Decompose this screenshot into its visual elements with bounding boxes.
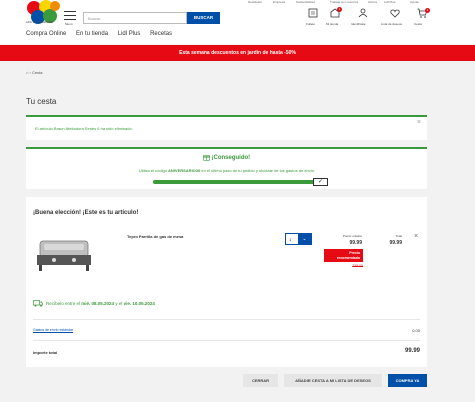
- top-link-empresa[interactable]: Empresa: [273, 0, 285, 4]
- close-icon[interactable]: ×: [417, 119, 421, 126]
- user-label: Identificate: [351, 22, 366, 26]
- promo-banner[interactable]: Esta semana descuentos en jardín de hast…: [0, 45, 475, 61]
- success-text-before: Utiliza el código: [138, 168, 169, 173]
- shipping-progress-bar: [153, 180, 328, 184]
- removal-notice: El artículo Braun Afeitadora Series 6 ha…: [26, 115, 427, 140]
- quantity-select[interactable]: 1 ⌄: [285, 233, 312, 245]
- recommended-price-badge: Precio recomendado: [324, 249, 363, 262]
- notice-text: El artículo Braun Afeitadora Series 6 ha…: [35, 126, 133, 131]
- success-text: Utiliza el código ANIVERSARIO30 en el úl…: [26, 168, 427, 173]
- user-icon[interactable]: [358, 8, 368, 20]
- top-link-sostenibilidad[interactable]: Sostenibilidad: [296, 0, 315, 4]
- total-amount-label: Importe total: [33, 350, 58, 355]
- remove-item-icon[interactable]: ×: [414, 233, 418, 240]
- heart-icon[interactable]: [390, 8, 400, 20]
- cart-label: Cesta: [414, 22, 422, 26]
- buy-now-button[interactable]: COMPRA YA: [388, 374, 427, 387]
- promo-code: ANIVERSARIO30: [168, 168, 201, 173]
- truck-icon: [33, 300, 43, 308]
- top-link-ayuda[interactable]: Ayuda: [410, 0, 418, 4]
- success-title: ¡Conseguido!: [211, 155, 251, 162]
- subnav: Compra Online En tu tienda Lidl Plus Rec…: [26, 31, 180, 37]
- breadcrumb-current: Cesta: [32, 70, 43, 75]
- delivery-info: Recíbelo entre el mié. 08.05.2024 y el v…: [33, 300, 155, 308]
- store-badge: 1: [337, 7, 342, 12]
- top-link-trabaja[interactable]: Trabaja con nosotros: [330, 0, 358, 4]
- search-button[interactable]: BUSCAR: [187, 12, 220, 24]
- add-to-wishlist-button[interactable]: AÑADIR CESTA A MI LISTA DE DESEOS: [284, 374, 382, 387]
- menu-icon[interactable]: [64, 11, 76, 21]
- progress-fill: [153, 180, 328, 184]
- menu-label: Menú: [65, 22, 73, 26]
- delivery-middle: y el: [114, 301, 124, 307]
- top-link-lidl-plus[interactable]: Lidl Plus: [384, 0, 395, 4]
- wishlist-label: Lista de deseos: [381, 22, 403, 26]
- cart-badge: 1: [425, 8, 430, 13]
- folleto-label: Folleto: [306, 22, 316, 26]
- delivery-prefix: Recíbelo entre el: [46, 301, 82, 307]
- unit-price-label: Precio unitario: [342, 234, 362, 238]
- gift-icon: [202, 155, 212, 161]
- subnav-lidl-plus[interactable]: Lidl Plus: [118, 31, 141, 37]
- delivery-start: mié. 08.05.2024: [81, 301, 115, 307]
- cart-heading: ¡Buena elección! ¡Este es tu artículo!: [33, 210, 139, 216]
- total-label: Total: [395, 234, 402, 238]
- divider: [33, 319, 420, 320]
- home-icon[interactable]: ⌂: [26, 70, 28, 75]
- header: Newsletter Empresa Sostenibilidad Trabaj…: [0, 0, 475, 44]
- quantity-value: 1: [289, 237, 292, 242]
- chevron-down-icon[interactable]: ⌄: [298, 234, 311, 244]
- free-shipping-panel: ¡Conseguido! Utiliza el código ANIVERSAR…: [26, 147, 427, 189]
- product-name[interactable]: Tepro Parrilla de gas de mesa: [127, 234, 183, 239]
- top-link-newsletter[interactable]: Newsletter: [248, 0, 262, 4]
- delivery-end: vie. 10.05.2024: [123, 301, 155, 307]
- cart-panel: ¡Buena elección! ¡Este es tu artículo! T…: [26, 197, 427, 367]
- unit-price: 99.99: [349, 240, 362, 246]
- subnav-compra-online[interactable]: Compra Online: [26, 31, 66, 37]
- page-title: Tu cesta: [26, 97, 57, 106]
- old-price: 239.00: [352, 264, 363, 268]
- folleto-icon[interactable]: [308, 8, 318, 20]
- shipping-value: 0.00: [412, 328, 420, 333]
- search-input[interactable]: Buscar: [83, 12, 187, 24]
- top-link-ahorra[interactable]: Ahorra: [368, 0, 377, 4]
- check-icon: ✓: [313, 178, 328, 186]
- logo-subtext: LIDL CROSSWORD: [26, 20, 54, 24]
- subnav-recetas[interactable]: Recetas: [150, 31, 172, 37]
- success-text-after: en el último paso de tu pedido y olvídat…: [200, 168, 315, 173]
- store-label: Mi tienda: [326, 22, 339, 26]
- item-total: 99.99: [389, 240, 402, 246]
- subnav-en-tu-tienda[interactable]: En tu tienda: [76, 31, 108, 37]
- product-image[interactable]: [34, 233, 94, 275]
- close-button[interactable]: CERRAR: [243, 374, 278, 387]
- success-heading: ¡Conseguido!: [26, 154, 427, 161]
- divider: [33, 340, 420, 341]
- shipping-link[interactable]: Gastos de envío estándar: [33, 328, 73, 332]
- total-amount: 99.99: [404, 348, 420, 354]
- breadcrumb: ⌂ › Cesta: [26, 70, 42, 75]
